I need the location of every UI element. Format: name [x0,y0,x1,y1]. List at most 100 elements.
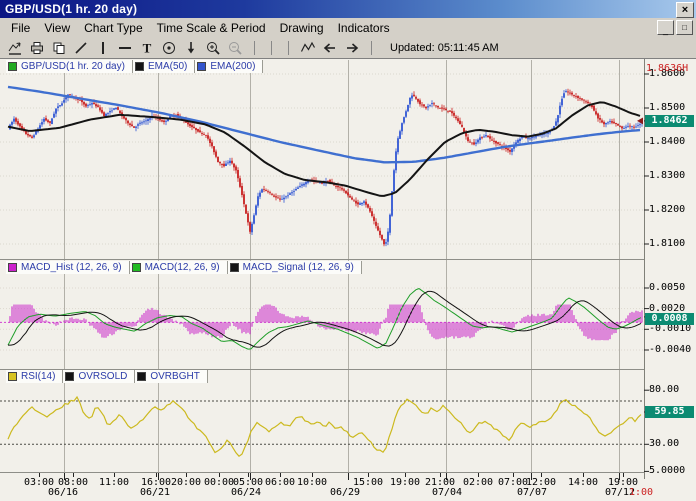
legend-item: MACD(12, 26, 9) [130,261,228,274]
time-axis-label: 19:00 [388,478,422,488]
horizontal-line-icon [117,40,133,56]
trend-pointer-button[interactable] [4,39,26,57]
copy-button[interactable] [48,39,70,57]
toolbar-separator [254,41,255,55]
arrow-left-icon [322,40,338,56]
date-axis-label: 06/29 [328,488,362,498]
legend-swatch [132,263,141,272]
zoom-out-button[interactable] [224,39,246,57]
close-icon: × [682,5,688,16]
trend-pointer-icon [7,40,23,56]
arrow-right-button[interactable] [341,39,363,57]
chart-canvas[interactable]: GBP/USD(1 hr. 20 day)EMA(50) EMA(200) MACD… [0,59,696,501]
date-axis-label: 06/24 [229,488,263,498]
zigzag-button[interactable] [297,39,319,57]
menu-time-scale-period[interactable]: Time Scale & Period [150,19,273,37]
macd-axis-label: 0.0050 [649,283,695,293]
arrow-down-button[interactable] [180,39,202,57]
price-axis-label: 1.8300 [649,171,695,181]
print-button[interactable] [26,39,48,57]
legend-item: GBP/USD(1 hr. 20 day) [6,60,133,73]
zoom-in-button[interactable] [202,39,224,57]
legend-item: MACD_Hist (12, 26, 9) [6,261,130,274]
text-icon: T [139,40,155,56]
price-legend: GBP/USD(1 hr. 20 day)EMA(50) EMA(200) [6,60,263,73]
toolbar-separator [288,41,289,55]
restore-icon: □ [682,24,687,32]
menu-file[interactable]: File [4,19,37,37]
macd-layer [0,289,644,350]
minimize-button[interactable]: _ [657,20,674,35]
ellipse-button[interactable] [158,39,180,57]
menu-view[interactable]: View [37,19,77,37]
legend-item: RSI(14) [6,370,63,383]
rsi-axis-label: 5.0000 [649,466,695,476]
date-axis-label: 06/21 [138,488,172,498]
legend-label: EMA(200) [210,61,255,72]
toolbar: T Updated: 05:11:45 AM [0,37,696,59]
vertical-line-button[interactable] [92,39,114,57]
legend-swatch [137,372,146,381]
zoom-in-icon [205,40,221,56]
time-axis-label: 02:00 [461,478,495,488]
price-axis-label: 1.8500 [649,103,695,113]
horizontal-line-button[interactable] [114,39,136,57]
ema200-line [8,87,640,162]
legend-swatch [135,62,144,71]
legend-label: MACD_Hist (12, 26, 9) [21,262,122,273]
current-macd-tag: 0.0008 [645,313,694,325]
current-rsi-tag: 59.85 [645,406,694,418]
text-button[interactable]: T [136,39,158,57]
date-axis-label: 06/16 [46,488,80,498]
legend-label: MACD_Signal (12, 26, 9) [243,262,354,273]
legend-swatch [65,372,74,381]
ellipse-icon [161,40,177,56]
menubar: FileViewChart TypeTime Scale & PeriodDra… [0,18,696,37]
toolbar-separator [271,41,272,55]
menu-chart-type[interactable]: Chart Type [77,19,149,37]
print-icon [29,40,45,56]
legend-label: OVRSOLD [78,371,127,382]
copy-icon [51,40,67,56]
current-time-label: 1:00 [624,488,658,498]
legend-swatch [8,263,17,272]
updated-label: Updated: 05:11:45 AM [390,42,499,54]
rsi-layer [0,397,644,456]
legend-item: OVRBGHT [135,370,207,383]
mdi-buttons: _ □ [657,20,696,35]
legend-item: MACD_Signal (12, 26, 9) [228,261,362,274]
macd-axis-label: -0.0040 [649,345,695,355]
line-button[interactable] [70,39,92,57]
legend-label: OVRBGHT [150,371,199,382]
time-axis-label: 14:00 [566,478,600,488]
current-price-tag: 1.8462 [645,115,694,127]
line-icon [73,40,89,56]
arrow-left-button[interactable] [319,39,341,57]
rsi-axis-label: 80.00 [649,385,695,395]
ema50-line [8,102,640,195]
titlebar[interactable]: GBP/USD(1 hr. 20 day) × [0,0,696,18]
legend-swatch [8,372,17,381]
menu-indicators[interactable]: Indicators [331,19,397,37]
date-axis-label: 07/04 [430,488,464,498]
window-title: GBP/USD(1 hr. 20 day) [5,2,137,16]
close-button[interactable]: × [676,2,694,18]
legend-swatch [8,62,17,71]
menu-drawing[interactable]: Drawing [273,19,331,37]
legend-label: RSI(14) [21,371,55,382]
price-axis-label: 1.8400 [649,137,695,147]
legend-swatch [230,263,239,272]
arrow-right-icon [344,40,360,56]
macd-axis-label: -0.0010 [649,324,695,334]
zoom-out-icon [227,40,243,56]
legend-item: OVRSOLD [63,370,135,383]
legend-label: MACD(12, 26, 9) [145,262,220,273]
time-axis-label: 10:00 [295,478,329,488]
time-axis-label: 11:00 [97,478,131,488]
app-window: GBP/USD(1 hr. 20 day) × FileViewChart Ty… [0,0,696,501]
legend-item: EMA(200) [195,60,263,73]
restore-button[interactable]: □ [676,20,693,35]
legend-item: EMA(50) [133,60,195,73]
vertical-line-icon [95,40,111,56]
high-marker-label: 1.8636H [646,64,688,74]
